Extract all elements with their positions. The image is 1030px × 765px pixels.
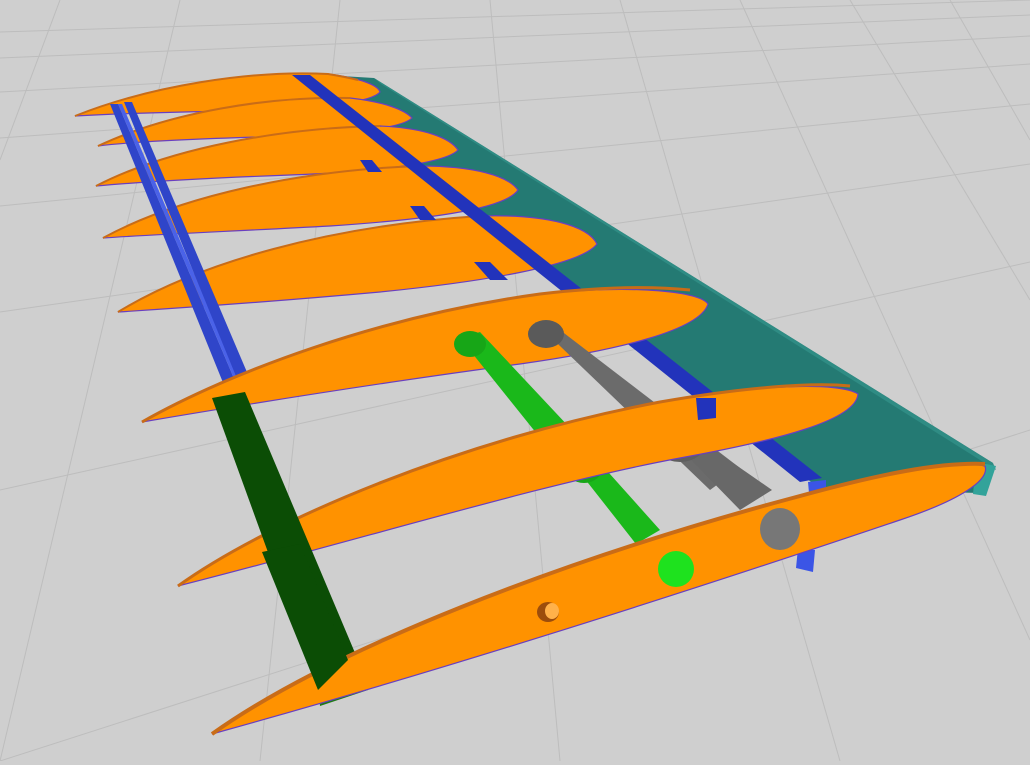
green-rod-hole — [658, 551, 694, 587]
gray-rod-hole — [760, 508, 800, 550]
wing-scene — [0, 0, 1030, 762]
3d-viewport[interactable] — [0, 0, 1030, 762]
